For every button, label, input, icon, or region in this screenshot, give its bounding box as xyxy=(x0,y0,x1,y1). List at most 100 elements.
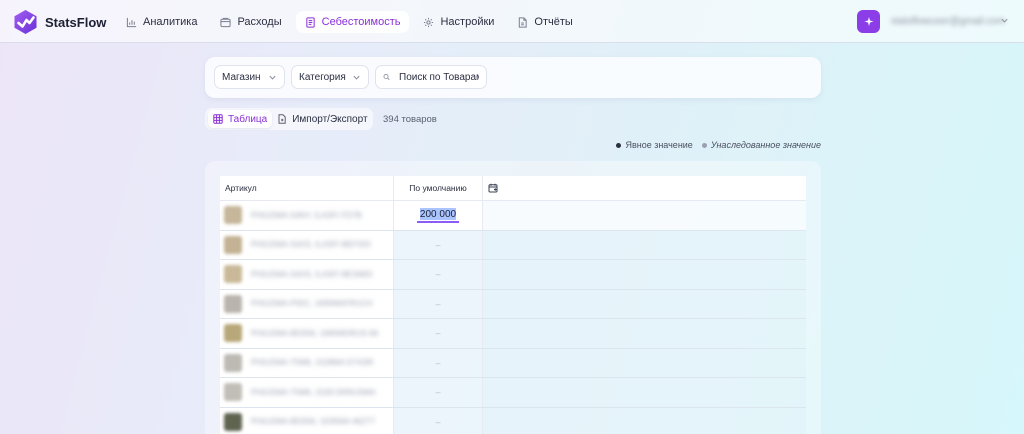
product-thumbnail xyxy=(224,206,242,225)
statsflow-logo-icon xyxy=(14,10,37,34)
chevron-down-icon[interactable] xyxy=(1000,16,1009,25)
store-dropdown-label: Магазин xyxy=(222,71,261,83)
calendar-add-icon[interactable] xyxy=(488,183,498,193)
app-name: StatsFlow xyxy=(45,14,107,30)
gear-icon xyxy=(424,17,434,27)
product-sku: PH0J2WA-S4XS, ILASFI BEFSDI xyxy=(251,240,371,250)
column-header-default[interactable]: По умолчанию xyxy=(393,176,483,200)
nav-item-reports[interactable]: Отчёты xyxy=(508,11,581,33)
default-value-cell[interactable]: – xyxy=(393,319,483,348)
legend-inherited-label: Унаследованное значение xyxy=(710,140,821,150)
nav-label: Аналитика xyxy=(143,16,198,28)
nav-item-cost-price[interactable]: Себестоимость xyxy=(295,11,410,33)
logo[interactable]: StatsFlow xyxy=(12,9,106,35)
tab-table[interactable]: Таблица xyxy=(208,110,273,128)
filter-bar: Магазин Категория xyxy=(205,57,821,98)
table-row: PH0J2WA-S4XS, ILASFI BEFSDI – xyxy=(220,230,806,260)
table-row: PH0J2WA-BE9S6, 1695MDRUS-96 – xyxy=(220,319,806,349)
period-cell xyxy=(483,378,806,407)
product-sku: PH0J2WA-T5M6, 1528MA D7ASR xyxy=(251,358,374,368)
default-value-cell[interactable] xyxy=(393,201,483,230)
nav-item-expenses[interactable]: Расходы xyxy=(211,11,290,33)
table-icon xyxy=(213,114,223,124)
user-avatar-button[interactable] xyxy=(857,10,880,33)
default-value-cell[interactable]: – xyxy=(393,348,483,377)
period-cell xyxy=(483,289,806,318)
period-cell xyxy=(483,407,806,434)
default-value-cell[interactable]: – xyxy=(393,407,483,434)
default-value-cell[interactable]: – xyxy=(393,378,483,407)
table-header: Артикул По умолчанию xyxy=(220,176,806,201)
table-row: PH0J2WA-T5M6, 1528 DRRUSMA – xyxy=(220,378,806,408)
inherited-dot-icon xyxy=(701,142,707,148)
product-thumbnail xyxy=(224,265,242,284)
product-sku: PH0J2WA-S4XS, ILASFI BESMDI xyxy=(251,269,373,279)
view-toggle: Таблица Импорт/Экспорт xyxy=(205,108,373,130)
table-row: PH0J2WA-S4XS, ILASFI BESMDI – xyxy=(220,260,806,290)
category-dropdown-label: Категория xyxy=(299,71,346,83)
table-row: PH0J2WA-P92C, 1695MAFRUCH – xyxy=(220,289,806,319)
product-sku: PH0J2WA-S4NY, ILASFI FD7B xyxy=(251,210,362,220)
article-cell: PH0J2WA-BE9S6, 1E95MA 46ZT7 xyxy=(220,407,393,434)
nav-label: Настройки xyxy=(440,16,495,28)
legend-explicit: Явное значение xyxy=(616,140,693,150)
search-icon xyxy=(383,73,390,81)
bar-chart-icon xyxy=(126,17,137,27)
product-thumbnail xyxy=(224,353,242,372)
product-sku: PH0J2WA-BE9S6, 1E95MA 46ZT7 xyxy=(251,417,376,427)
store-dropdown[interactable]: Магазин xyxy=(215,66,284,88)
cost-table: Артикул По умолчанию PH0J2WA-S4NY, ILASF… xyxy=(220,176,806,434)
main-nav: Аналитика Расходы Себестоимость Настройк… xyxy=(117,11,587,33)
product-search[interactable] xyxy=(376,66,486,88)
product-thumbnail xyxy=(224,235,242,254)
user-email[interactable]: statsflowuser@gmail.com xyxy=(891,16,1005,27)
product-thumbnail xyxy=(224,383,242,402)
tab-table-label: Таблица xyxy=(228,113,268,125)
sparkles-icon xyxy=(864,16,873,26)
tab-import-export[interactable]: Импорт/Экспорт xyxy=(272,110,372,128)
product-thumbnail xyxy=(224,412,242,431)
period-cell xyxy=(483,260,806,289)
add-period-column[interactable] xyxy=(483,176,806,200)
column-header-article[interactable]: Артикул xyxy=(220,176,393,200)
default-value-cell[interactable]: – xyxy=(393,230,483,259)
period-cell xyxy=(483,201,806,230)
article-cell: PH0J2WA-T5M6, 1528MA D7ASR xyxy=(220,348,393,377)
table-row: PH0J2WA-S4NY, ILASFI FD7B xyxy=(220,201,806,231)
value-legend: Явное значение Унаследованное значение xyxy=(607,140,821,150)
period-cell xyxy=(483,348,806,377)
legend-explicit-label: Явное значение xyxy=(625,140,693,150)
product-thumbnail xyxy=(224,294,242,313)
top-navigation: StatsFlow Аналитика Расходы Себестоимост… xyxy=(0,0,1024,43)
period-cell xyxy=(483,230,806,259)
period-cell xyxy=(483,319,806,348)
chevron-down-icon xyxy=(353,75,360,80)
article-cell: PH0J2WA-S4NY, ILASFI FD7B xyxy=(220,201,393,230)
nav-label: Отчёты xyxy=(534,16,573,28)
category-dropdown[interactable]: Категория xyxy=(292,66,368,88)
default-value-input[interactable] xyxy=(417,207,459,224)
article-cell: PH0J2WA-S4XS, ILASFI BESMDI xyxy=(220,260,393,289)
file-import-icon xyxy=(278,114,286,124)
legend-inherited: Унаследованное значение xyxy=(701,140,821,150)
table-row: PH0J2WA-T5M6, 1528MA D7ASR – xyxy=(220,348,806,378)
nav-item-analytics[interactable]: Аналитика xyxy=(117,11,206,33)
default-value-cell[interactable]: – xyxy=(393,260,483,289)
tab-import-export-label: Импорт/Экспорт xyxy=(292,113,368,125)
wallet-icon xyxy=(220,17,232,27)
table-row: PH0J2WA-BE9S6, 1E95MA 46ZT7 – xyxy=(220,407,806,434)
product-count: 394 товаров xyxy=(383,114,437,125)
product-sku: PH0J2WA-BE9S6, 1695MDRUS-96 xyxy=(251,328,379,338)
product-sku: PH0J2WA-T5M6, 1528 DRRUSMA xyxy=(251,387,376,397)
explicit-dot-icon xyxy=(616,142,622,148)
product-thumbnail xyxy=(224,324,242,343)
nav-item-settings[interactable]: Настройки xyxy=(414,11,503,33)
product-sku: PH0J2WA-P92C, 1695MAFRUCH xyxy=(251,299,373,309)
document-icon xyxy=(305,16,315,28)
article-cell: PH0J2WA-P92C, 1695MAFRUCH xyxy=(220,289,393,318)
search-input[interactable] xyxy=(399,71,479,83)
article-cell: PH0J2WA-T5M6, 1528 DRRUSMA xyxy=(220,378,393,407)
nav-label: Себестоимость xyxy=(321,16,401,28)
chevron-down-icon xyxy=(269,75,276,80)
default-value-cell[interactable]: – xyxy=(393,289,483,318)
